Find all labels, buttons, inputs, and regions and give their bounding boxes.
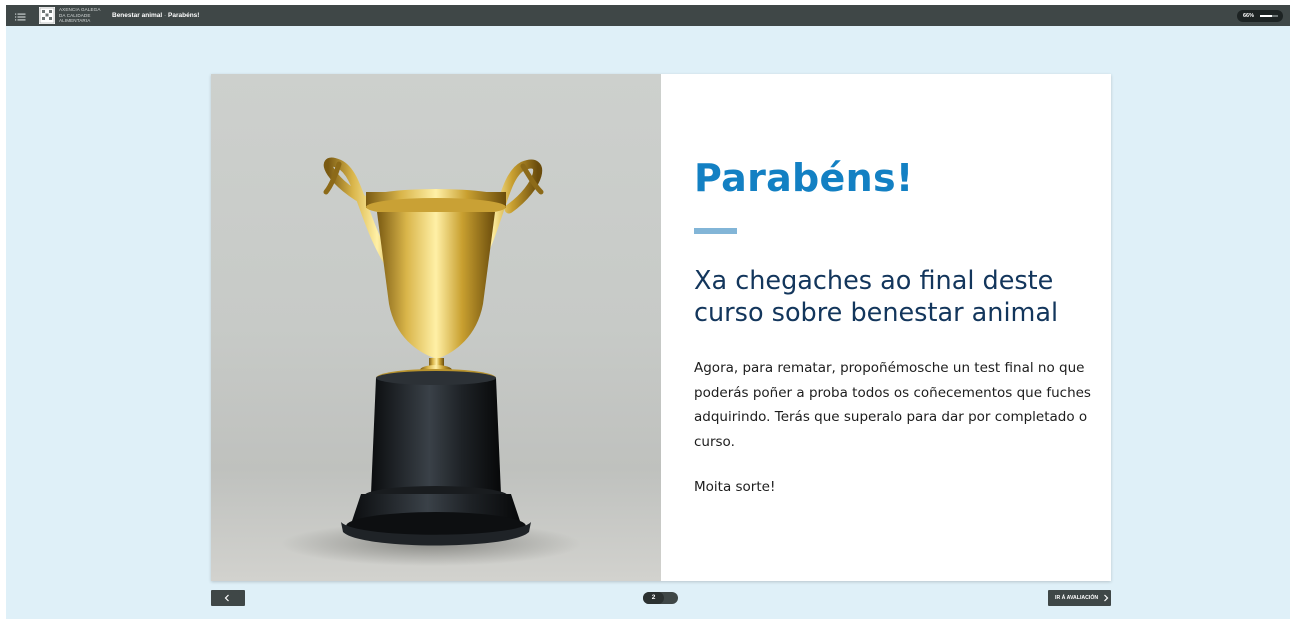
- breadcrumb: Benestar animal · Parabéns!: [112, 10, 199, 21]
- heading-divider: [694, 228, 737, 234]
- previous-button[interactable]: [211, 590, 245, 606]
- progress-track: [1260, 15, 1278, 17]
- page-indicator: 2: [643, 592, 678, 604]
- lesson-heading: Parabéns!: [694, 156, 914, 200]
- current-lesson: Parabéns!: [168, 12, 200, 19]
- menu-button[interactable]: [12, 9, 30, 23]
- agency-emblem-icon: [39, 7, 55, 24]
- list-menu-icon: [15, 13, 26, 21]
- progress-fill: [1260, 15, 1272, 17]
- lesson-signoff: Moita sorte!: [694, 479, 776, 495]
- course-progress: 66%: [1237, 10, 1283, 22]
- top-bar: AXENCIA GALEGA DA CALIDADE ALIMENTARIA B…: [6, 5, 1290, 26]
- logo-line-3: ALIMENTARIA: [59, 18, 91, 24]
- chevron-left-icon: [224, 594, 229, 602]
- lesson-body: Agora, para rematar, propoñémosche un te…: [694, 360, 1091, 450]
- lesson-subheading: Xa chegaches ao final deste curso sobre …: [694, 266, 1059, 328]
- progress-label: 66%: [1243, 13, 1255, 19]
- agency-logo[interactable]: AXENCIA GALEGA DA CALIDADE ALIMENTARIA: [39, 7, 100, 24]
- breadcrumb-separator: ·: [164, 12, 167, 19]
- lesson-card: Parabéns! Xa chegaches ao final deste cu…: [211, 74, 1111, 581]
- lesson-content: Parabéns! Xa chegaches ao final deste cu…: [694, 152, 1094, 499]
- go-to-assessment-button[interactable]: IR Á AVALIACIÓN: [1048, 590, 1111, 606]
- app-frame: AXENCIA GALEGA DA CALIDADE ALIMENTARIA B…: [6, 5, 1290, 619]
- agency-name: AXENCIA GALEGA DA CALIDADE ALIMENTARIA: [59, 7, 100, 23]
- chevron-right-icon: [1104, 594, 1109, 602]
- next-button-label: IR Á AVALIACIÓN: [1055, 595, 1099, 601]
- course-name: Benestar animal: [112, 12, 163, 19]
- page-number: 2: [643, 592, 664, 604]
- trophy-image: [211, 74, 661, 581]
